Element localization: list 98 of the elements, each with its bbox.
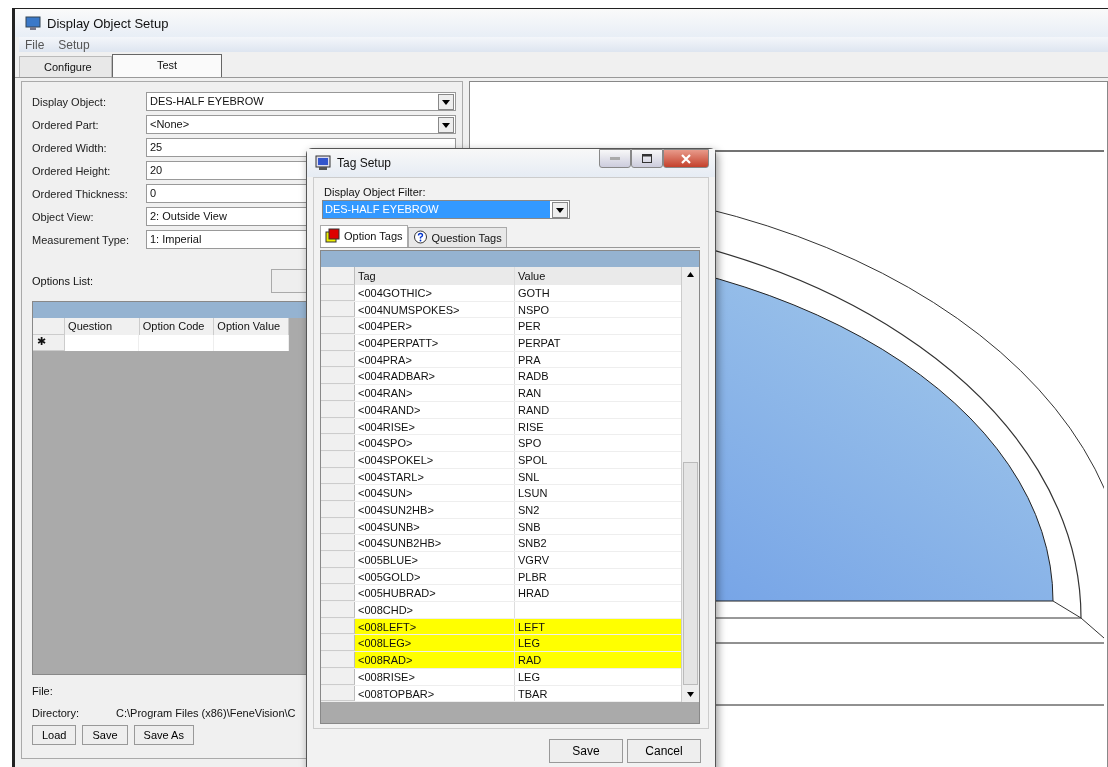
table-cell-text: RADB bbox=[517, 369, 550, 385]
table-cell-text: GOTH bbox=[517, 286, 551, 301]
options-list-label: Options List: bbox=[32, 275, 94, 287]
table-cell: <004RADBAR> bbox=[355, 368, 515, 385]
table-row[interactable]: <008RAD> RAD bbox=[321, 652, 682, 669]
table-row[interactable]: <004RAN> RAN bbox=[321, 385, 682, 402]
table-cell: <004SUN2HB> bbox=[355, 501, 515, 518]
table-cell: <008RAD> bbox=[355, 652, 515, 668]
table-cell-text: RAN bbox=[517, 386, 543, 401]
table-row[interactable]: <005HUBRAD> HRAD bbox=[321, 585, 682, 603]
table-cell: <005BLUE> bbox=[355, 552, 515, 568]
table-cell: <004GOTHIC> bbox=[355, 285, 515, 301]
scrollbar[interactable] bbox=[681, 267, 699, 703]
filter-label: Display Object Filter: bbox=[324, 186, 427, 198]
table-cell: <004SUN> bbox=[355, 485, 515, 501]
table-row[interactable]: <004SUN> LSUN bbox=[321, 485, 682, 502]
table-cell-text: SNB2 bbox=[517, 536, 548, 551]
table-cell-text: PER bbox=[517, 319, 542, 335]
file-label: File: bbox=[32, 685, 53, 697]
table-row[interactable]: <008CHD> bbox=[321, 602, 682, 619]
table-row[interactable]: <004GOTHIC> GOTH bbox=[321, 285, 682, 302]
minimize-icon bbox=[610, 156, 620, 161]
table-cell: <004PRA> bbox=[355, 351, 515, 368]
table-cell-text: SPOL bbox=[517, 452, 549, 468]
action-button[interactable]: Save bbox=[82, 725, 128, 745]
cube-icon bbox=[325, 228, 340, 243]
table-cell: <008CHD> bbox=[355, 602, 515, 618]
table-cell-text: LEG bbox=[517, 669, 541, 685]
directory-label: Directory: bbox=[32, 707, 81, 719]
table-cell: <004PERPATT> bbox=[355, 335, 515, 351]
field-label: Object View: bbox=[32, 210, 95, 223]
table-row[interactable]: <004PERPATT> PERPAT bbox=[321, 335, 682, 352]
table-cell: <004SUNB2HB> bbox=[355, 535, 515, 551]
window-title: Display Object Setup bbox=[47, 15, 169, 31]
table-cell-text: SN2 bbox=[517, 502, 541, 518]
close-icon bbox=[680, 153, 692, 164]
menu-item[interactable]: Setup bbox=[58, 37, 90, 52]
table-cell-text: LSUN bbox=[517, 486, 549, 501]
table-cell-text: PRA bbox=[517, 352, 542, 368]
tab[interactable]: Option Tags bbox=[320, 225, 408, 247]
new-row-marker: ✱ bbox=[33, 335, 65, 351]
monitor-icon bbox=[25, 15, 41, 31]
action-button[interactable]: Save As bbox=[133, 725, 194, 745]
table-cell-text: RISE bbox=[517, 419, 545, 435]
table-cell-text: PLBR bbox=[517, 569, 548, 585]
maximize-icon bbox=[642, 154, 652, 163]
table-cell: <005HUBRAD> bbox=[355, 585, 515, 602]
monitor-icon bbox=[315, 155, 331, 171]
table-cell: LEG bbox=[515, 635, 682, 652]
table-row[interactable]: <004SPO> SPO bbox=[321, 435, 682, 452]
tab[interactable]: Test bbox=[112, 54, 222, 77]
dialog-button[interactable]: Save bbox=[549, 739, 623, 763]
table-cell-text: SPO bbox=[517, 436, 543, 451]
dropdown-field[interactable]: DES-HALF EYEBROW bbox=[146, 92, 456, 111]
column-header[interactable]: Value bbox=[515, 267, 682, 285]
action-button[interactable]: Load bbox=[32, 725, 77, 745]
table-row[interactable]: <004SUNB2HB> SNB2 bbox=[321, 535, 682, 552]
maximize-button[interactable] bbox=[631, 149, 663, 168]
field-label: Ordered Height: bbox=[32, 164, 112, 177]
field-label: Ordered Part: bbox=[32, 118, 100, 131]
table-cell: <008TOPBAR> bbox=[355, 685, 515, 702]
table-row[interactable]: <008LEG> LEG bbox=[321, 635, 682, 653]
close-button[interactable] bbox=[663, 149, 709, 168]
table-cell: RAD bbox=[515, 652, 682, 668]
table-cell-text: SNB bbox=[517, 519, 542, 535]
field-label: Display Object: bbox=[32, 95, 107, 108]
table-row[interactable]: <004RADBAR> RADB bbox=[321, 368, 682, 386]
field-label: Ordered Width: bbox=[32, 141, 108, 154]
table-cell-text: RAND bbox=[517, 402, 551, 418]
table-row[interactable]: <004PER> PER bbox=[321, 318, 682, 336]
table-cell: <008LEG> bbox=[355, 635, 515, 652]
table-cell: <004RISE> bbox=[355, 418, 515, 435]
field-label: Measurement Type: bbox=[32, 233, 130, 246]
help-bubble-icon bbox=[412, 230, 428, 245]
table-cell: <005GOLD> bbox=[355, 568, 515, 585]
tab[interactable]: Configure bbox=[19, 56, 112, 77]
tab[interactable]: Question Tags bbox=[407, 227, 507, 247]
directory-path: C:\Program Files (x86)\FeneVision\C bbox=[116, 707, 296, 719]
table-cell: <008RISE> bbox=[355, 668, 515, 685]
field-label: Ordered Thickness: bbox=[32, 187, 129, 200]
table-cell: <004SPOKEL> bbox=[355, 451, 515, 468]
table-cell: <004RAN> bbox=[355, 385, 515, 401]
menu-item[interactable]: File bbox=[25, 37, 45, 52]
table-cell-text: VGRV bbox=[517, 553, 550, 568]
table-cell-text: PERPAT bbox=[517, 336, 562, 351]
table-cell-text: NSPO bbox=[517, 302, 551, 318]
table-cell-text: SNL bbox=[517, 469, 541, 485]
table-cell: <004PER> bbox=[355, 318, 515, 335]
table-cell: <004SUNB> bbox=[355, 518, 515, 535]
table-cell: <004STARL> bbox=[355, 468, 515, 485]
table-cell: <004NUMSPOKES> bbox=[355, 301, 515, 318]
table-cell-text: HRAD bbox=[517, 586, 551, 602]
table-cell: <004RAND> bbox=[355, 401, 515, 418]
dialog-button[interactable]: Cancel bbox=[627, 739, 701, 763]
table-cell-text: TBAR bbox=[517, 686, 549, 702]
table-row[interactable]: <005BLUE> VGRV bbox=[321, 552, 682, 569]
dropdown-field[interactable]: <None> bbox=[146, 115, 456, 134]
table-cell: <004SPO> bbox=[355, 435, 515, 451]
